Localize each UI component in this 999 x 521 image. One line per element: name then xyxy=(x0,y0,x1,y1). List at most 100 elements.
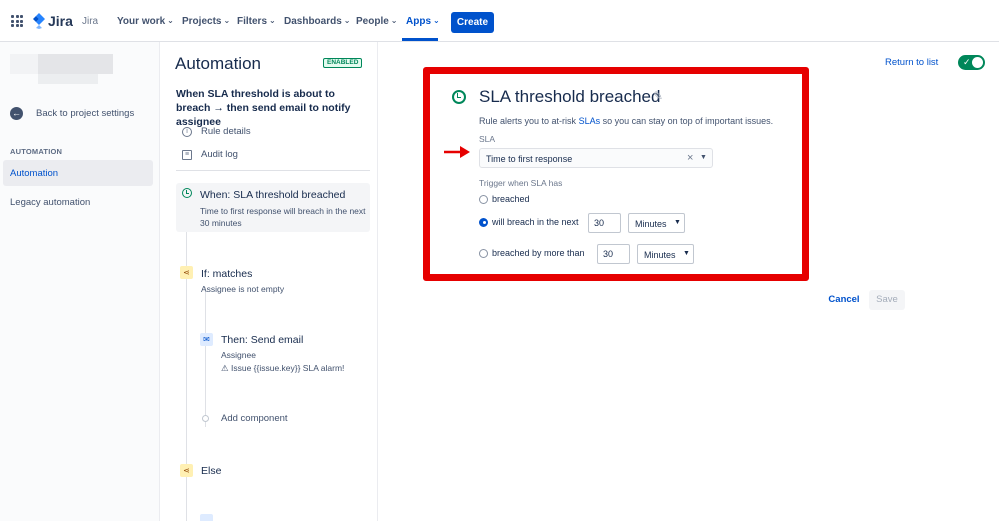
chevron-down-icon: ⌄ xyxy=(269,16,276,25)
sidebar-item-legacy-automation[interactable]: Legacy automation xyxy=(10,197,90,208)
toggle-knob xyxy=(972,57,983,68)
chevron-down-icon: ⌄ xyxy=(343,16,351,25)
trigger-subtitle: Time to first response will breach in th… xyxy=(200,206,366,228)
clear-icon[interactable]: × xyxy=(687,152,693,164)
slas-link[interactable]: SLAs xyxy=(579,116,601,126)
app-switcher-icon[interactable] xyxy=(11,15,23,27)
rule-enabled-toggle[interactable]: ✓ xyxy=(958,55,985,70)
nav-dashboards[interactable]: Dashboards ⌄ xyxy=(284,16,351,27)
info-icon: i xyxy=(182,126,192,137)
nav-people[interactable]: People ⌄ xyxy=(356,16,398,27)
branch-icon: ⋖ xyxy=(180,464,193,477)
return-to-list-link[interactable]: Return to list xyxy=(885,57,938,68)
sidebar-section-heading: AUTOMATION xyxy=(10,147,63,156)
product-name: Jira xyxy=(82,16,99,27)
help-prefix: Rule alerts you to at-risk xyxy=(479,116,577,126)
clock-icon xyxy=(452,90,466,104)
status-badge: ENABLED xyxy=(323,58,363,68)
nav-apps[interactable]: Apps ⌄ xyxy=(406,16,440,27)
add-component-button[interactable]: Add component xyxy=(221,413,288,425)
jira-logo-icon[interactable] xyxy=(32,13,46,29)
flow-connector-branch xyxy=(205,287,206,427)
help-suffix: so you can stay on top of important issu… xyxy=(602,116,774,126)
sla-select-value: Time to first response xyxy=(486,154,573,164)
logo-text[interactable]: Jira xyxy=(48,13,73,29)
action-icon xyxy=(200,514,213,521)
sidebar-item-label: Automation xyxy=(10,168,59,179)
condition-subtitle: Assignee is not empty xyxy=(201,284,285,294)
document-icon: ≡ xyxy=(182,149,192,160)
project-type-redacted xyxy=(38,74,98,84)
check-icon: ✓ xyxy=(963,57,971,67)
back-to-project-settings-link[interactable]: ← Back to project settings xyxy=(10,105,134,121)
condition-title[interactable]: If: matches xyxy=(201,268,252,280)
nav-your-work-label: Your work xyxy=(117,16,166,27)
breached-by-amount-input[interactable]: 30 xyxy=(597,244,630,264)
save-button[interactable]: Save xyxy=(869,290,905,310)
nav-filters[interactable]: Filters ⌄ xyxy=(237,16,276,27)
action-title[interactable]: Then: Send email xyxy=(221,334,303,346)
radio-option-breached-by[interactable]: breached by more than xyxy=(479,248,585,258)
radio-option-will-breach[interactable]: will breach in the next xyxy=(479,217,579,227)
rule-details-label: Rule details xyxy=(201,126,251,137)
project-sidebar: ← Back to project settings AUTOMATION Au… xyxy=(0,42,160,521)
nav-people-label: People xyxy=(356,16,389,27)
active-nav-indicator xyxy=(402,38,438,41)
chevron-down-icon: ▼ xyxy=(683,250,690,257)
action-line-2: ⚠ Issue {{issue.key}} SLA alarm! xyxy=(221,363,345,373)
trigger-title: When: SLA threshold breached xyxy=(200,189,346,201)
radio-button-selected[interactable] xyxy=(479,217,488,227)
add-component-dot xyxy=(202,415,209,422)
sla-help-text: Rule alerts you to at-risk SLAs so you c… xyxy=(479,116,773,126)
nav-dashboards-label: Dashboards xyxy=(284,16,342,27)
rule-details-link[interactable]: i Rule details xyxy=(182,126,251,137)
pencil-icon[interactable]: ✎ xyxy=(653,89,663,103)
chevron-down-icon: ⌄ xyxy=(167,16,174,25)
sla-select[interactable]: Time to first response × ▼ xyxy=(479,148,713,168)
trigger-component[interactable]: When: SLA threshold breached Time to fir… xyxy=(176,183,370,232)
trigger-when-label: Trigger when SLA has xyxy=(479,178,563,188)
sidebar-item-automation[interactable]: Automation xyxy=(3,160,153,186)
radio-label: breached by more than xyxy=(492,248,585,258)
rule-panel: Automation ENABLED When SLA threshold is… xyxy=(160,42,378,521)
red-arrow-icon xyxy=(444,146,470,158)
nav-projects-label: Projects xyxy=(182,16,222,27)
nav-projects[interactable]: Projects ⌄ xyxy=(182,16,230,27)
page-title: Automation xyxy=(175,54,261,73)
nav-apps-label: Apps xyxy=(406,16,431,27)
branch-icon: ⋖ xyxy=(180,266,193,279)
breached-by-unit-select[interactable]: Minutes ▼ xyxy=(637,244,694,264)
action-line-1: Assignee xyxy=(221,350,256,360)
else-title[interactable]: Else xyxy=(201,465,221,477)
audit-log-label: Audit log xyxy=(201,149,238,160)
sla-field-label: SLA xyxy=(479,134,496,144)
rule-name[interactable]: When SLA threshold is about to breach → … xyxy=(176,87,372,129)
audit-log-link[interactable]: ≡ Audit log xyxy=(182,149,238,160)
unit-value: Minutes xyxy=(644,250,676,260)
radio-label: will breach in the next xyxy=(492,217,579,227)
unit-value: Minutes xyxy=(635,219,667,229)
radio-option-breached[interactable]: breached xyxy=(479,194,530,204)
nav-filters-label: Filters xyxy=(237,16,268,27)
will-breach-unit-select[interactable]: Minutes ▼ xyxy=(628,213,685,233)
radio-button[interactable] xyxy=(479,248,488,258)
chevron-down-icon: ▼ xyxy=(674,219,681,226)
will-breach-amount-input[interactable]: 30 xyxy=(588,213,621,233)
radio-label: breached xyxy=(492,194,530,204)
nav-your-work[interactable]: Your work ⌄ xyxy=(117,16,174,27)
project-avatar xyxy=(10,54,38,74)
cancel-button[interactable]: Cancel xyxy=(822,290,866,310)
radio-button[interactable] xyxy=(479,194,488,204)
email-icon: ✉ xyxy=(200,333,213,346)
divider xyxy=(176,170,370,171)
clock-icon xyxy=(182,188,192,198)
chevron-down-icon: ⌄ xyxy=(433,16,440,25)
top-navigation: Jira Jira Your work ⌄ Projects ⌄ Filters ⌄ … xyxy=(0,0,999,42)
create-button[interactable]: Create xyxy=(451,12,494,33)
chevron-down-icon[interactable]: ▼ xyxy=(700,154,707,161)
chevron-down-icon: ⌄ xyxy=(390,16,398,25)
back-label: Back to project settings xyxy=(36,107,135,119)
arrow-left-icon: ← xyxy=(10,106,23,120)
project-name-redacted xyxy=(38,54,113,74)
sla-heading: SLA threshold breached xyxy=(479,87,661,106)
